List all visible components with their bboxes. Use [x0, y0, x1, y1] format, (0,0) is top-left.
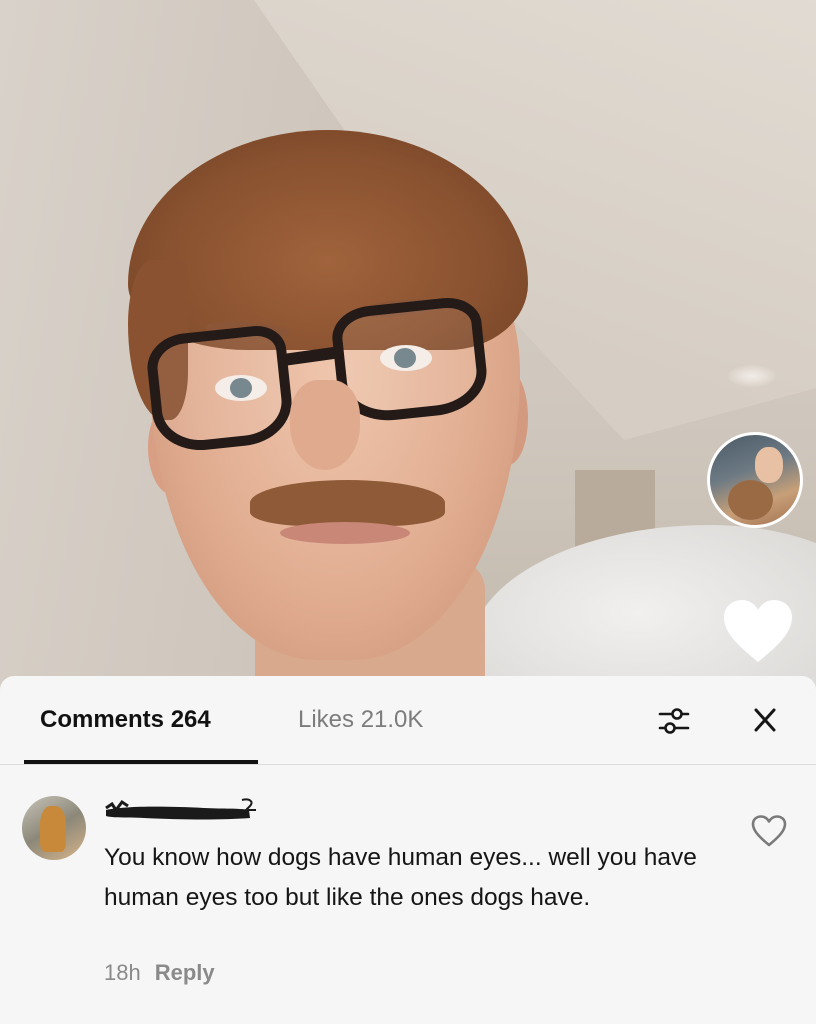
- avatar-figure: [40, 806, 66, 852]
- commenter-avatar[interactable]: [22, 796, 86, 860]
- comment-meta: 18h Reply: [104, 960, 215, 986]
- avatar-dog: [728, 480, 773, 520]
- tab-likes[interactable]: Likes 21.0K: [298, 706, 423, 734]
- avatar-person: [755, 447, 783, 483]
- comment-like-heart-icon[interactable]: [750, 814, 788, 848]
- video-frame[interactable]: [0, 0, 816, 700]
- comments-sheet: Comments 264 Likes 21.0K You know how do…: [0, 676, 816, 1024]
- creator-avatar[interactable]: [707, 432, 803, 528]
- sheet-tabs: Comments 264 Likes 21.0K: [0, 676, 816, 764]
- mustache: [250, 480, 445, 526]
- comment-text: You know how dogs have human eyes... wel…: [104, 844, 697, 911]
- like-heart-icon[interactable]: [722, 598, 794, 664]
- redacted-username[interactable]: [104, 796, 264, 822]
- glasses-left-lens: [144, 323, 296, 455]
- lips: [280, 522, 410, 544]
- nose: [290, 380, 360, 470]
- close-icon[interactable]: [748, 702, 782, 738]
- sliders-icon[interactable]: [656, 704, 692, 738]
- comment-item: You know how dogs have human eyes... wel…: [0, 784, 816, 1024]
- tab-comments[interactable]: Comments 264: [40, 706, 211, 734]
- ceiling-light: [728, 365, 776, 387]
- reply-button[interactable]: Reply: [155, 960, 215, 985]
- comment-timestamp: 18h: [104, 960, 141, 985]
- tabs-divider: [0, 764, 816, 765]
